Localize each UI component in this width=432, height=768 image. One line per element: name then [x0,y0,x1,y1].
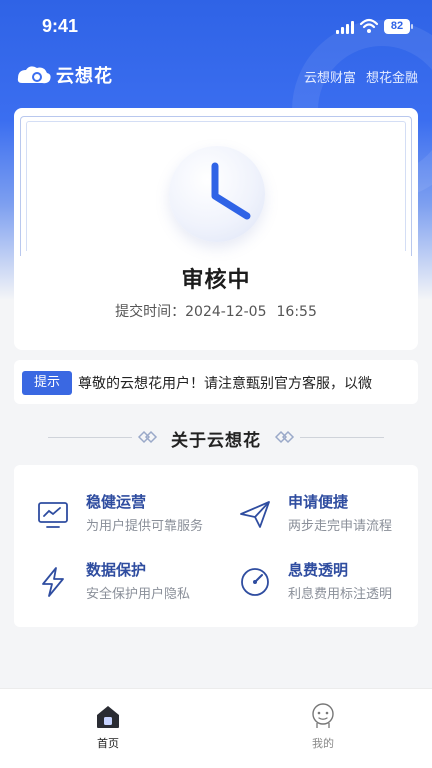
review-status-title: 审核中 [181,268,251,293]
link-yunxiang-wealth[interactable]: 云想财富 [304,67,356,86]
diamond-deco-right-icon [275,430,295,444]
submit-clock-time: 16:55 [276,304,317,320]
feature-title: 数据保护 [86,561,147,579]
feature-desc: 安全保护用户隐私 [86,587,191,602]
home-icon [97,706,119,728]
tab-mine-label: 我的 [312,737,334,750]
feature-desc: 为用户提供可靠服务 [86,519,204,534]
brand: 云想花 [14,62,113,88]
status-time: 9:41 [42,16,79,36]
submit-date: 2024-12-05 [185,304,267,320]
clock-hands [211,162,251,220]
feature-easy-apply: 申请便捷 两步走完申请流程 [238,489,428,541]
top-links: 云想财富 想花金融 [304,67,418,86]
gauge-icon [241,568,269,596]
battery-icon: 82 [384,19,413,34]
submit-time-label: 提交时间： [115,304,186,320]
submit-time-row: 提交时间：2024-12-05 16:55 [14,301,418,321]
feature-title: 稳健运营 [86,493,147,511]
feature-desc: 利息费用标注透明 [288,587,393,602]
feature-title: 息费透明 [288,561,349,579]
status-bar: 9:41 82 [0,0,432,52]
clock-icon [169,146,265,242]
paper-plane-icon [240,501,270,528]
user-face-icon [312,703,334,728]
brand-name: 云想花 [56,66,113,87]
bottom-tab-bar: 首页 我的 [0,688,432,768]
review-status-card: 审核中 提交时间：2024-12-05 16:55 [14,108,418,350]
feature-stable-operation: 稳健运营 为用户提供可靠服务 [36,489,226,541]
lightning-icon [42,567,64,597]
signal-icon [336,20,354,34]
brand-logo-icon [17,66,51,84]
feature-title: 申请便捷 [288,493,349,511]
wifi-icon [360,18,378,33]
about-title: 关于云想花 [171,431,261,451]
feature-data-protection: 数据保护 安全保护用户隐私 [36,557,226,609]
feature-desc: 两步走完申请流程 [288,519,393,534]
notice-text: 尊敬的云想花用户！请注意甄别官方客服，以微 [78,376,372,392]
features-panel: 稳健运营 为用户提供可靠服务 申请便捷 两步走完申请流程 数据保护 安全保护用户… [14,465,418,627]
monitor-chart-icon [38,502,68,528]
feature-transparent-fees: 息费透明 利息费用标注透明 [238,557,428,609]
divider-right [300,437,384,438]
notice-bar[interactable]: 提示 尊敬的云想花用户！请注意甄别官方客服，以微 [14,360,418,404]
link-xianghua-finance[interactable]: 想花金融 [366,67,418,86]
tab-home[interactable]: 首页 [68,697,148,757]
tab-home-label: 首页 [97,737,119,750]
tab-mine[interactable]: 我的 [283,697,363,757]
notice-tag: 提示 [22,371,72,395]
about-section-header: 关于云想花 [0,426,432,451]
